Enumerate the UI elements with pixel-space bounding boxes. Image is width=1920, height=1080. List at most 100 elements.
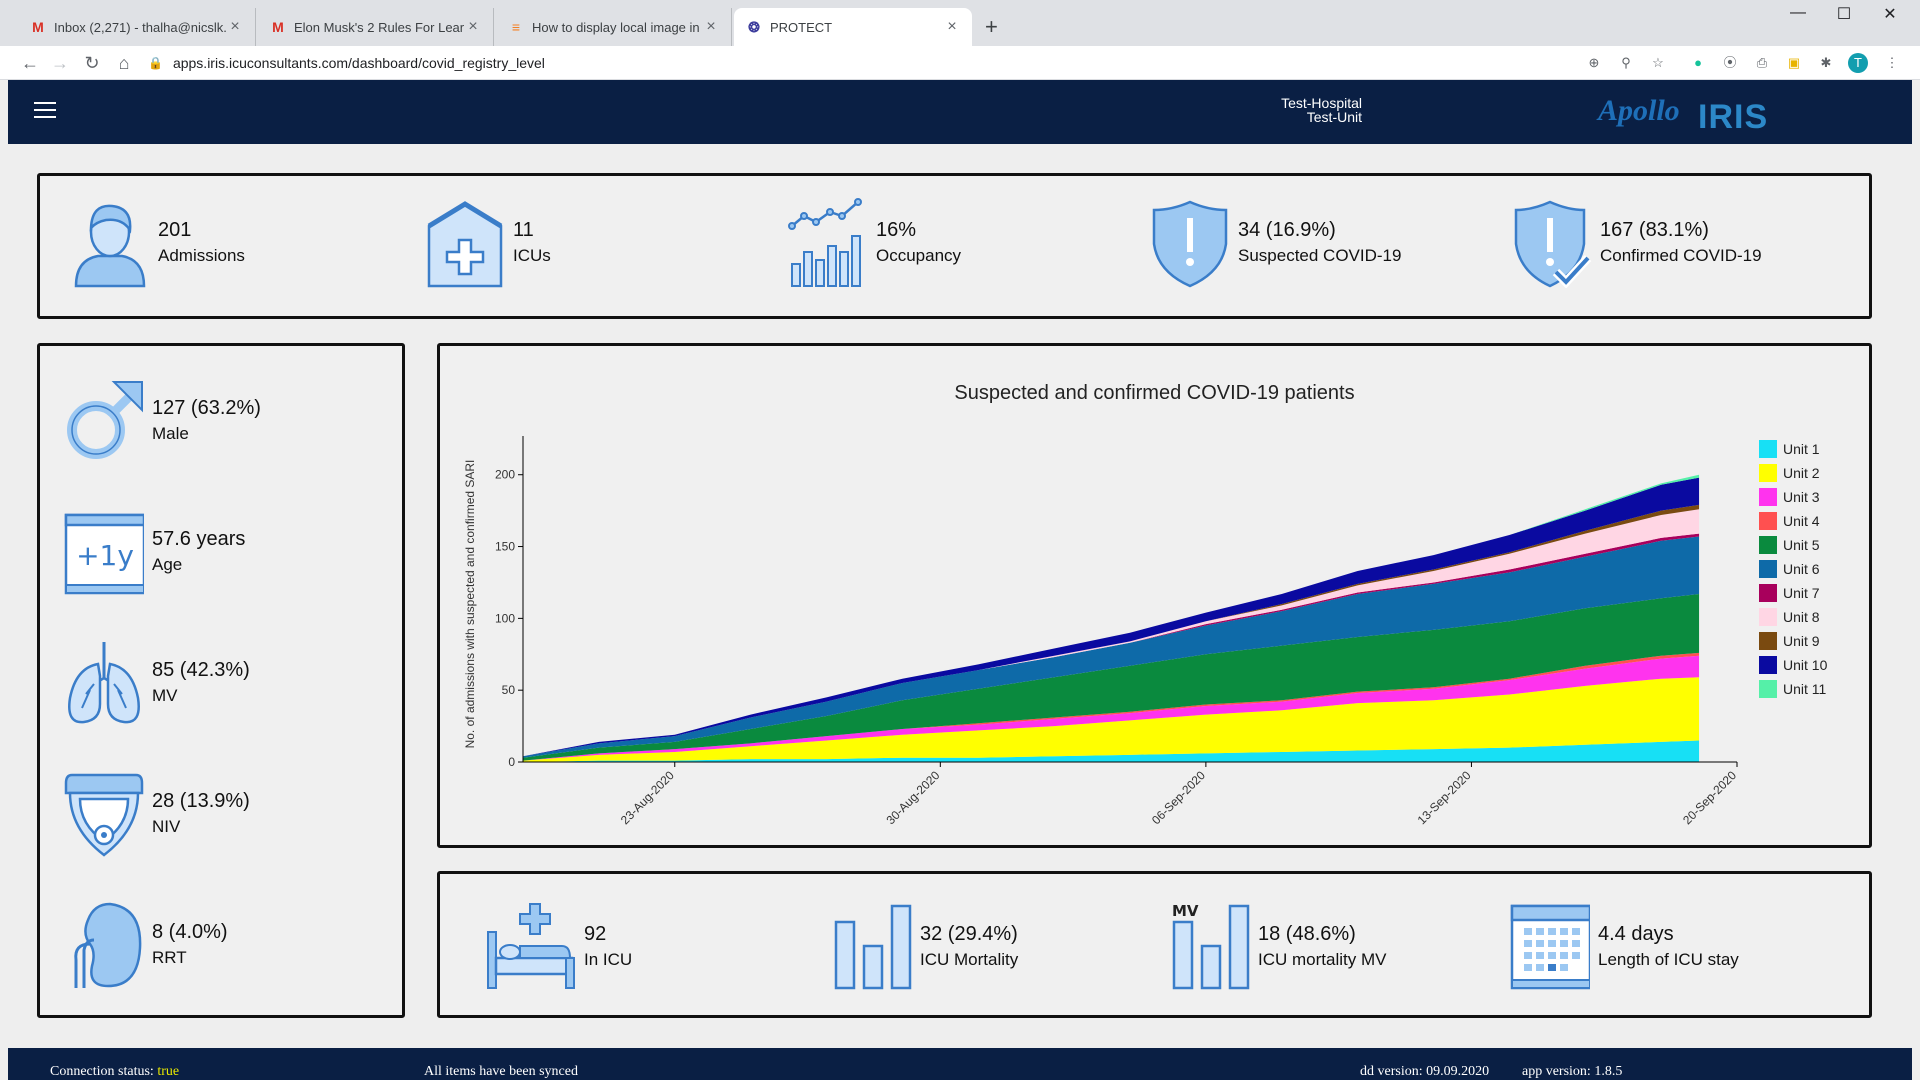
y-tick-label: 50	[502, 683, 516, 697]
demographics-card: 127 (63.2%) Male +1y 57.6 years Age 85 (42…	[37, 343, 405, 1018]
legend-label: Unit 3	[1783, 489, 1820, 505]
confirmed-stat: 167 (83.1%) Confirmed COVID-19	[1512, 198, 1762, 288]
apollo-logo: Apollo	[1598, 94, 1680, 127]
icu-mortality-mv-label: ICU mortality MV	[1258, 950, 1387, 969]
menu-dots-icon[interactable]: ⋮	[1882, 53, 1902, 73]
browser-tab-gmail-inbox[interactable]: M Inbox (2,271) - thalha@nicslk.com ×	[18, 8, 256, 46]
rrt-value: 8 (4.0%)	[152, 921, 228, 943]
close-icon[interactable]: ×	[227, 18, 243, 36]
window-close-icon[interactable]: ✕	[1870, 4, 1910, 24]
icu-mortality-value: 32 (29.4%)	[920, 923, 1018, 945]
connection-status: Connection status: true	[50, 1064, 179, 1080]
occupancy-value: 16%	[876, 219, 917, 241]
niv-label: NIV	[152, 817, 181, 836]
back-icon[interactable]: ←	[18, 51, 42, 75]
legend-label: Unit 10	[1783, 657, 1828, 673]
x-tick-label: 06-Sep-2020	[1149, 768, 1208, 827]
legend-swatch	[1759, 440, 1777, 458]
legend-swatch	[1759, 656, 1777, 674]
occupancy-chart-icon	[788, 198, 862, 287]
close-icon[interactable]: ×	[944, 18, 960, 36]
admissions-label: Admissions	[158, 246, 245, 265]
y-tick-label: 200	[495, 468, 515, 482]
bars-icon	[834, 904, 912, 990]
confirmed-label: Confirmed COVID-19	[1600, 246, 1762, 265]
y-tick-label: 150	[495, 540, 515, 554]
close-icon[interactable]: ×	[465, 18, 481, 36]
hospital-unit-label: Test-Hospital Test-Unit	[1281, 96, 1362, 124]
new-tab-button[interactable]: +	[985, 14, 998, 40]
home-icon[interactable]: ⌂	[112, 51, 136, 75]
legend-label: Unit 6	[1783, 561, 1820, 577]
male-value: 127 (63.2%)	[152, 397, 261, 419]
dd-version: dd version: 09.09.2020	[1360, 1064, 1490, 1079]
age-badge: +1y	[76, 539, 134, 572]
browser-toolbar: ← → ↻ ⌂ 🔒 apps.iris.icuconsultants.com/d…	[0, 46, 1920, 80]
hamburger-menu-icon[interactable]	[34, 102, 56, 120]
mv-label: MV	[152, 686, 178, 705]
shield-check-icon	[1514, 200, 1592, 288]
sync-status: All items have been synced	[424, 1064, 578, 1079]
suspected-stat: 34 (16.9%) Suspected COVID-19	[1150, 198, 1401, 288]
close-icon[interactable]: ×	[703, 18, 719, 36]
calendar-age-icon: +1y	[64, 513, 144, 595]
puzzle-icon[interactable]: ✱	[1816, 53, 1836, 73]
forward-icon[interactable]: →	[48, 51, 72, 75]
legend-label: Unit 7	[1783, 585, 1820, 601]
rrt-label: RRT	[152, 948, 187, 967]
maximize-icon[interactable]: ☐	[1824, 4, 1864, 24]
hospital-name: Test-Hospital	[1281, 95, 1362, 111]
stackoverflow-icon: ≡	[511, 19, 521, 35]
notes-icon[interactable]: ▣	[1784, 53, 1804, 73]
url-text: apps.iris.icuconsultants.com/dashboard/c…	[172, 55, 545, 71]
y-tick-label: 100	[495, 611, 515, 625]
tab-title: Inbox (2,271) - thalha@nicslk.com	[54, 19, 227, 35]
mv-stat: 85 (42.3%) MV	[64, 638, 250, 728]
covid-chart-card: Suspected and confirmed COVID-19 patient…	[437, 343, 1872, 848]
extension-icon[interactable]: ⦿	[1720, 53, 1740, 73]
browser-tab-protect[interactable]: ❂ PROTECT ×	[734, 8, 972, 46]
male-stat: 127 (63.2%) Male	[64, 376, 261, 466]
y-tick-label: 0	[508, 755, 515, 769]
x-tick-label: 23-Aug-2020	[618, 768, 677, 827]
reload-icon[interactable]: ↻	[80, 51, 104, 75]
suspected-value: 34 (16.9%)	[1238, 219, 1336, 241]
suspected-label: Suspected COVID-19	[1238, 246, 1402, 265]
kidney-icon	[74, 902, 142, 988]
zoom-icon[interactable]: ⚲	[1616, 53, 1636, 73]
connection-status-value: true	[157, 1064, 180, 1079]
icus-value: 11	[513, 219, 534, 241]
in-icu-stat: 92 In ICU	[486, 902, 632, 992]
niv-stat: 28 (13.9%) NIV	[64, 769, 250, 859]
gmail-icon: M	[32, 19, 44, 35]
install-icon[interactable]: ⊕	[1584, 53, 1604, 73]
star-icon[interactable]: ☆	[1648, 53, 1668, 73]
browser-tab-elon[interactable]: M Elon Musk's 2 Rules For Learning ×	[258, 8, 494, 46]
rrt-stat: 8 (4.0%) RRT	[64, 900, 228, 990]
person-icon	[74, 204, 146, 288]
address-bar[interactable]: 🔒 apps.iris.icuconsultants.com/dashboard…	[148, 49, 1608, 77]
minimize-icon[interactable]: —	[1778, 4, 1818, 22]
legend-label: Unit 2	[1783, 465, 1820, 481]
male-label: Male	[152, 424, 189, 443]
lungs-icon	[68, 642, 140, 724]
app-version: app version: 1.8.5	[1522, 1064, 1623, 1079]
in-icu-label: In ICU	[584, 950, 633, 969]
print-icon[interactable]: ⎙	[1752, 53, 1772, 73]
confirmed-value: 167 (83.1%)	[1600, 219, 1709, 241]
legend-swatch	[1759, 536, 1777, 554]
length-of-stay-label: Length of ICU stay	[1598, 950, 1739, 969]
covid-area-chart: 0 50 100 150 200 23-Aug-2020 30-Aug-2020 06-Sep…	[463, 436, 1828, 827]
icu-mortality-label: ICU Mortality	[920, 950, 1019, 969]
profile-avatar[interactable]: T	[1848, 53, 1868, 73]
admissions-stat: 201 Admissions	[70, 198, 245, 288]
tab-title: How to display local image in ma	[532, 19, 703, 35]
grammarly-icon[interactable]: ●	[1688, 53, 1708, 73]
tab-title: PROTECT	[770, 19, 833, 35]
browser-tab-strip: M Inbox (2,271) - thalha@nicslk.com × M …	[0, 0, 1920, 46]
browser-tab-stackoverflow[interactable]: ≡ How to display local image in ma ×	[496, 8, 732, 46]
icus-stat: 11 ICUs	[425, 198, 551, 288]
age-stat: +1y 57.6 years Age	[64, 507, 245, 597]
hospital-icon	[427, 201, 503, 288]
bed-icon	[487, 903, 575, 989]
